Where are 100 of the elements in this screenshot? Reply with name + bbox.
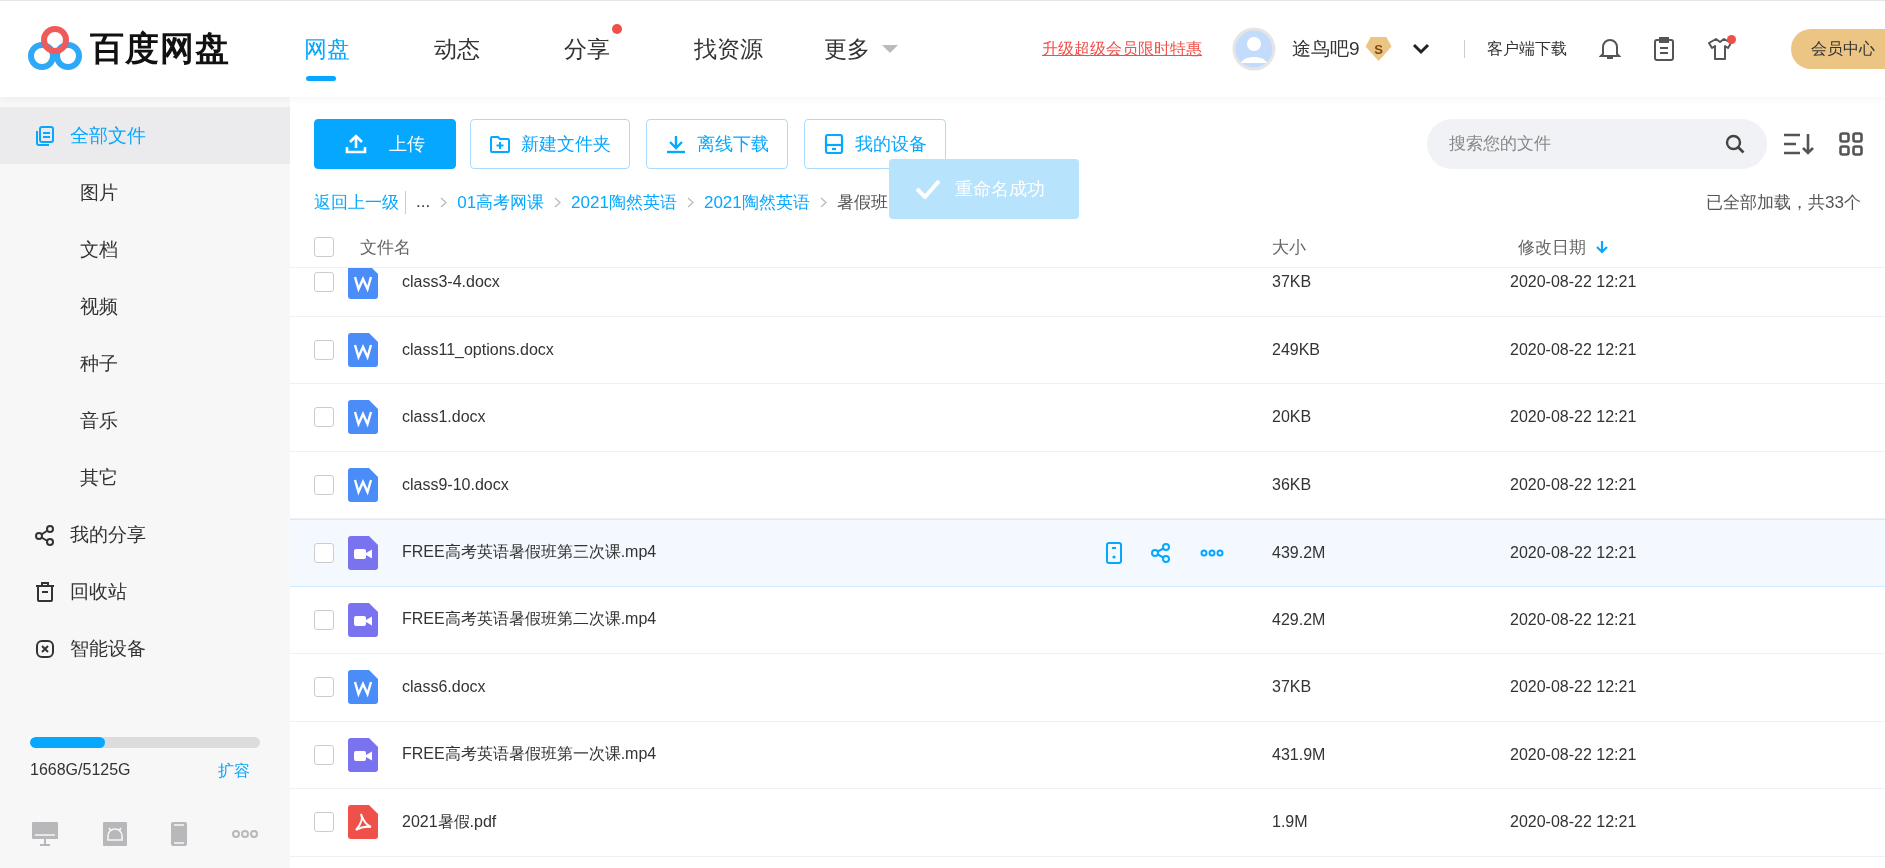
file-size: 431.9M <box>1272 745 1326 763</box>
row-checkbox[interactable] <box>314 812 334 833</box>
file-row[interactable]: FREE高考英语暑假班第一次课.mp4 431.9M 2020-08-22 12:21 <box>290 721 1885 789</box>
sidebar-item[interactable]: 图片 <box>0 164 290 221</box>
download-icon <box>665 134 687 154</box>
nav-tab[interactable]: 更多 <box>824 3 954 95</box>
bell-icon[interactable] <box>1598 37 1621 61</box>
username[interactable]: 途鸟吧9 <box>1292 36 1360 62</box>
phone-icon[interactable] <box>1106 541 1122 564</box>
file-row[interactable]: class1.docx 20KB 2020-08-22 12:21 <box>290 384 1885 452</box>
file-row[interactable]: class6.docx 37KB 2020-08-22 12:21 <box>290 654 1885 722</box>
word-file-icon <box>348 467 378 502</box>
sidebar-item[interactable]: 智能设备 <box>0 620 290 677</box>
row-checkbox[interactable] <box>314 407 334 428</box>
folder-plus-icon <box>489 134 511 154</box>
avatar-icon[interactable] <box>1232 27 1276 71</box>
sidebar-item[interactable]: 音乐 <box>0 392 290 449</box>
sidebar-item[interactable]: 回收站 <box>0 563 290 620</box>
trash-icon <box>34 580 56 603</box>
vip-badge: S <box>1365 37 1392 61</box>
file-row[interactable]: class3-4.docx 37KB 2020-08-22 12:21 <box>290 268 1885 317</box>
file-row[interactable]: FREE高考英语暑假班第三次课.mp4 439.2M 2020-08-22 12:21 <box>290 519 1885 587</box>
pdf-file-icon <box>348 805 378 840</box>
upload-icon <box>345 134 367 154</box>
phone-icon[interactable] <box>171 822 188 846</box>
column-header[interactable]: 修改日期 <box>1518 235 1608 259</box>
sidebar-item[interactable]: 种子 <box>0 335 290 392</box>
row-checkbox[interactable] <box>314 677 334 698</box>
sort-icon[interactable] <box>1783 132 1815 156</box>
vip-center-button[interactable]: 会员中心 <box>1791 29 1885 69</box>
more-icon[interactable] <box>231 830 258 838</box>
column-header[interactable]: 文件名 <box>360 235 411 259</box>
row-checkbox[interactable] <box>314 542 334 563</box>
file-size: 249KB <box>1272 340 1321 358</box>
file-size: 1.9M <box>1272 813 1308 831</box>
modified-date: 2020-08-22 12:21 <box>1510 543 1637 562</box>
word-file-icon <box>348 332 378 367</box>
row-checkbox[interactable] <box>314 339 334 360</box>
file-name[interactable]: class9-10.docx <box>402 475 509 494</box>
video-file-icon <box>348 535 378 570</box>
file-size: 20KB <box>1272 408 1312 426</box>
modified-date: 2020-08-22 12:21 <box>1510 813 1637 832</box>
more-icon[interactable] <box>1200 548 1224 557</box>
row-checkbox[interactable] <box>314 272 334 293</box>
modified-date: 2020-08-22 12:21 <box>1510 408 1637 427</box>
file-size: 429.2M <box>1272 610 1326 628</box>
modified-date: 2020-08-22 12:21 <box>1510 610 1637 629</box>
file-name[interactable]: class3-4.docx <box>402 273 500 292</box>
modified-date: 2020-08-22 12:21 <box>1510 273 1637 292</box>
breadcrumb-link[interactable]: ... <box>416 192 431 212</box>
current-folder: 暑假班 <box>836 191 888 214</box>
column-header[interactable]: 大小 <box>1272 235 1306 259</box>
row-checkbox[interactable] <box>314 609 334 630</box>
toast-text: 重命名成功 <box>955 178 1045 201</box>
load-status: 已全部加载，共33个 <box>1706 191 1861 214</box>
modified-date: 2020-08-22 12:21 <box>1510 475 1637 494</box>
sort-arrow-icon[interactable] <box>1596 240 1608 254</box>
file-name[interactable]: FREE高考英语暑假班第一次课.mp4 <box>402 744 657 766</box>
search-field[interactable]: 搜索您的文件 <box>1427 119 1767 169</box>
file-row[interactable]: class11_options.docx 249KB 2020-08-22 12:21 <box>290 316 1885 384</box>
row-checkbox[interactable] <box>314 744 334 765</box>
promo-link[interactable]: 升级超级会员限时特惠 <box>1042 38 1202 60</box>
file-row[interactable]: 2021暑假.pdf 1.9M 2020-08-22 12:21 <box>290 789 1885 857</box>
modified-date: 2020-08-22 12:21 <box>1510 340 1637 359</box>
file-name[interactable]: class11_options.docx <box>402 340 554 359</box>
file-row[interactable]: FREE高考英语暑假班第二次课.mp4 429.2M 2020-08-22 12:21 <box>290 586 1885 654</box>
android-icon[interactable] <box>102 822 127 846</box>
sidebar-item[interactable]: 视频 <box>0 278 290 335</box>
modified-date: 2020-08-22 12:21 <box>1510 678 1637 697</box>
file-name[interactable]: FREE高考英语暑假班第二次课.mp4 <box>402 609 657 631</box>
caret-icon <box>882 44 898 54</box>
nav-tab[interactable]: 动态 <box>434 3 564 95</box>
sidebar-item[interactable]: 文档 <box>0 221 290 278</box>
share-icon[interactable] <box>1150 541 1172 564</box>
files-icon <box>34 124 56 147</box>
grid-view-icon[interactable] <box>1839 132 1863 156</box>
file-name[interactable]: FREE高考英语暑假班第三次课.mp4 <box>402 542 657 564</box>
word-file-icon <box>348 400 378 435</box>
file-name[interactable]: 2021暑假.pdf <box>402 811 497 833</box>
file-size: 37KB <box>1272 273 1312 291</box>
select-all-checkbox[interactable] <box>314 237 334 257</box>
search-icon[interactable] <box>1725 134 1745 154</box>
nav-tab[interactable]: 找资源 <box>694 3 824 95</box>
file-name[interactable]: class1.docx <box>402 408 486 427</box>
chevron-right-icon <box>554 196 562 208</box>
video-file-icon <box>348 737 378 772</box>
file-name[interactable]: class6.docx <box>402 678 486 697</box>
file-size: 36KB <box>1272 475 1312 493</box>
chevron-down-icon[interactable] <box>1411 43 1430 55</box>
shirt-icon[interactable] <box>1706 37 1733 61</box>
monitor-icon[interactable] <box>32 822 58 846</box>
row-checkbox[interactable] <box>314 474 334 495</box>
sidebar-item[interactable]: 我的分享 <box>0 506 290 563</box>
word-file-icon <box>348 670 378 705</box>
client-download-link[interactable]: 客户端下载 <box>1486 38 1567 60</box>
clipboard-icon[interactable] <box>1652 37 1675 61</box>
nav-tab[interactable]: 分享 <box>564 3 694 95</box>
app-logo-text: 百度网盘 <box>90 28 230 69</box>
sidebar-item[interactable]: 其它 <box>0 449 290 506</box>
video-file-icon <box>348 602 378 637</box>
